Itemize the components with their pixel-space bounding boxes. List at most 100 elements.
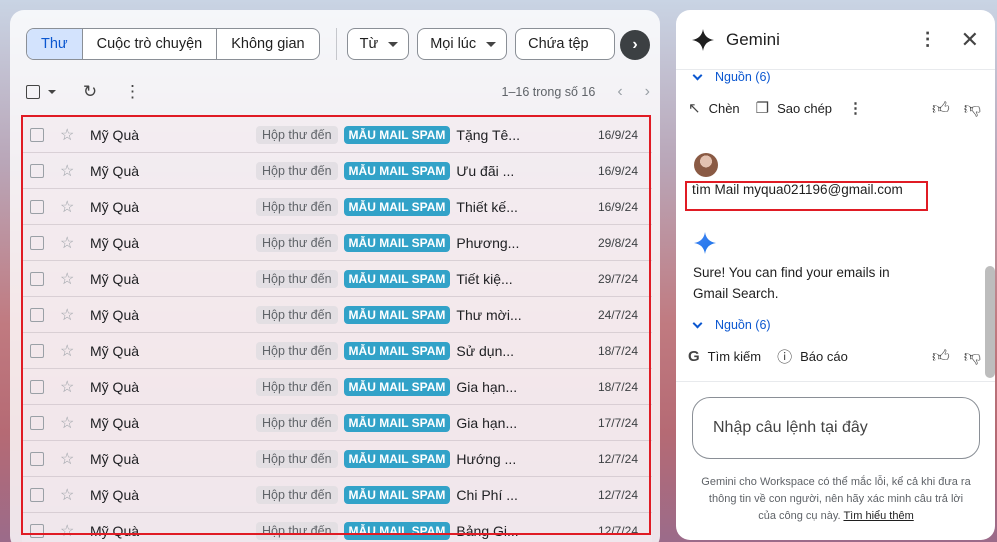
row-checkbox[interactable] <box>30 451 44 466</box>
star-icon[interactable]: ☆ <box>60 485 76 505</box>
thumbs-down-icon[interactable]: 👎︎ <box>964 346 981 367</box>
sources-toggle[interactable]: Nguồn (6) <box>692 70 771 84</box>
gemini-panel: Gemini ⋮ ✕ Nguồn (6) ↖ Chèn ❐ Sao chép ⋮… <box>676 10 995 540</box>
more-vert-icon[interactable]: ⋮ <box>848 99 871 117</box>
chevron-left-icon[interactable]: ‹ <box>617 83 622 101</box>
label-badge[interactable]: MẪU MAIL SPAM <box>343 521 451 540</box>
row-checkbox[interactable] <box>30 163 44 178</box>
label-badge[interactable]: MẪU MAIL SPAM <box>343 125 451 144</box>
star-icon[interactable]: ☆ <box>60 449 76 469</box>
date: 17/7/24 <box>597 415 638 430</box>
label-badge[interactable]: MẪU MAIL SPAM <box>343 197 451 216</box>
star-icon[interactable]: ☆ <box>60 161 76 181</box>
google-g-icon: G <box>688 347 700 365</box>
star-icon[interactable]: ☆ <box>60 413 76 433</box>
row-checkbox[interactable] <box>30 523 44 538</box>
star-icon[interactable]: ☆ <box>60 197 76 217</box>
report-button[interactable]: ⓘ Báo cáo <box>777 346 848 367</box>
google-search-button[interactable]: G Tìm kiếm <box>688 348 761 365</box>
insert-label: Chèn <box>708 100 740 116</box>
label-badge[interactable]: MẪU MAIL SPAM <box>343 413 451 432</box>
table-row[interactable]: ☆ Mỹ Quà Hộp thư đến MẪU MAIL SPAM Thiết kế.… <box>22 189 652 225</box>
sender-name: Mỹ Quà <box>90 378 140 395</box>
filter-tab-conversations[interactable]: Cuộc trò chuyện <box>81 29 217 59</box>
from-filter-chip[interactable]: Từ <box>346 28 410 60</box>
learn-more-link[interactable]: Tìm hiểu thêm <box>843 510 913 522</box>
table-row[interactable]: ☆ Mỹ Quà Hộp thư đến MẪU MAIL SPAM Tiết kiệ.… <box>22 261 652 297</box>
close-icon[interactable]: ✕ <box>961 27 979 53</box>
label-badge[interactable]: MẪU MAIL SPAM <box>343 269 451 288</box>
row-checkbox[interactable] <box>30 379 44 394</box>
label-badge[interactable]: MẪU MAIL SPAM <box>343 341 451 360</box>
chevron-right-icon[interactable]: › <box>620 30 650 60</box>
table-row[interactable]: ☆ Mỹ Quà Hộp thư đến MẪU MAIL SPAM Tặng Tê..… <box>22 117 652 153</box>
star-icon[interactable]: ☆ <box>60 233 76 253</box>
attachment-filter-chip[interactable]: Chứa tệp <box>515 28 616 60</box>
star-icon[interactable]: ☆ <box>60 269 76 289</box>
table-row[interactable]: ☆ Mỹ Quà Hộp thư đến MẪU MAIL SPAM Sử dụn...… <box>22 333 652 369</box>
row-checkbox[interactable] <box>30 271 44 286</box>
row-checkbox[interactable] <box>30 235 44 250</box>
filter-divider <box>335 28 337 60</box>
row-checkbox[interactable] <box>30 307 44 322</box>
thumbs-up-icon[interactable]: 👍︎ <box>932 346 950 367</box>
sender-name: Mỹ Quà <box>90 414 140 431</box>
label-badge[interactable]: MẪU MAIL SPAM <box>343 305 451 324</box>
report-label: Báo cáo <box>800 348 848 364</box>
table-row[interactable]: ☆ Mỹ Quà Hộp thư đến MẪU MAIL SPAM Bảng Gi..… <box>22 513 652 542</box>
star-icon[interactable]: ☆ <box>60 341 76 361</box>
star-icon[interactable]: ☆ <box>60 125 76 145</box>
row-checkbox[interactable] <box>30 487 44 502</box>
attachment-filter-label: Chứa tệp <box>528 36 589 52</box>
date: 29/8/24 <box>597 235 638 250</box>
label-badge[interactable]: MẪU MAIL SPAM <box>343 161 451 180</box>
subject-snippet: Sử dụn... <box>456 342 515 359</box>
star-icon[interactable]: ☆ <box>60 521 76 541</box>
sender-name: Mỹ Quà <box>90 126 140 143</box>
row-checkbox[interactable] <box>30 415 44 430</box>
scrollbar-thumb[interactable] <box>985 266 995 378</box>
prompt-input[interactable]: Nhập câu lệnh tại đây <box>692 397 980 459</box>
select-all-checkbox[interactable] <box>26 85 40 99</box>
inbox-tag: Hộp thư đến <box>256 521 338 540</box>
subject-snippet: Gia hạn... <box>456 414 518 431</box>
from-filter-label: Từ <box>359 36 379 52</box>
subject-snippet: Gia hạn... <box>456 378 518 395</box>
insert-button[interactable]: ↖ Chèn <box>688 99 740 117</box>
select-menu-caret-icon[interactable] <box>48 90 56 94</box>
label-badge[interactable]: MẪU MAIL SPAM <box>343 377 451 396</box>
label-badge[interactable]: MẪU MAIL SPAM <box>343 485 451 504</box>
copy-button[interactable]: ❐ Sao chép <box>756 99 832 117</box>
thumbs-up-icon[interactable]: 👍︎ <box>932 98 950 119</box>
table-row[interactable]: ☆ Mỹ Quà Hộp thư đến MẪU MAIL SPAM Gia hạn..… <box>22 369 652 405</box>
date: 16/9/24 <box>597 163 638 178</box>
table-row[interactable]: ☆ Mỹ Quà Hộp thư đến MẪU MAIL SPAM Phương...… <box>22 225 652 261</box>
more-vert-icon[interactable]: ⋮ <box>124 82 141 102</box>
label-badge[interactable]: MẪU MAIL SPAM <box>343 449 451 468</box>
row-checkbox[interactable] <box>30 343 44 358</box>
filter-tab-mail[interactable]: Thư <box>27 29 82 59</box>
thumbs-down-icon[interactable]: 👎︎ <box>964 98 981 119</box>
date: 12/7/24 <box>597 487 638 502</box>
more-vert-icon[interactable]: ⋮ <box>919 29 937 50</box>
chevron-down-icon <box>692 318 703 329</box>
table-row[interactable]: ☆ Mỹ Quà Hộp thư đến MẪU MAIL SPAM Hướng ...… <box>22 441 652 477</box>
filter-tab-spaces[interactable]: Không gian <box>216 29 318 59</box>
copy-label: Sao chép <box>777 100 833 116</box>
label-badge[interactable]: MẪU MAIL SPAM <box>343 233 451 252</box>
table-row[interactable]: ☆ Mỹ Quà Hộp thư đến MẪU MAIL SPAM Gia hạn..… <box>22 405 652 441</box>
date-filter-chip[interactable]: Mọi lúc <box>417 28 508 60</box>
table-row[interactable]: ☆ Mỹ Quà Hộp thư đến MẪU MAIL SPAM Ưu đãi ..… <box>22 153 652 189</box>
star-icon[interactable]: ☆ <box>60 305 76 325</box>
table-row[interactable]: ☆ Mỹ Quà Hộp thư đến MẪU MAIL SPAM Thư mời..… <box>22 297 652 333</box>
row-checkbox[interactable] <box>30 199 44 214</box>
inbox-tag: Hộp thư đến <box>256 269 338 288</box>
prompt-area: Nhập câu lệnh tại đây Gemini cho Workspa… <box>676 381 995 540</box>
inbox-tag: Hộp thư đến <box>256 305 338 324</box>
sources-toggle[interactable]: Nguồn (6) <box>692 318 771 332</box>
chevron-right-icon[interactable]: › <box>645 83 650 101</box>
refresh-icon[interactable]: ↻ <box>82 82 98 102</box>
row-checkbox[interactable] <box>30 127 44 142</box>
table-row[interactable]: ☆ Mỹ Quà Hộp thư đến MẪU MAIL SPAM Chi Phí .… <box>22 477 652 513</box>
star-icon[interactable]: ☆ <box>60 377 76 397</box>
